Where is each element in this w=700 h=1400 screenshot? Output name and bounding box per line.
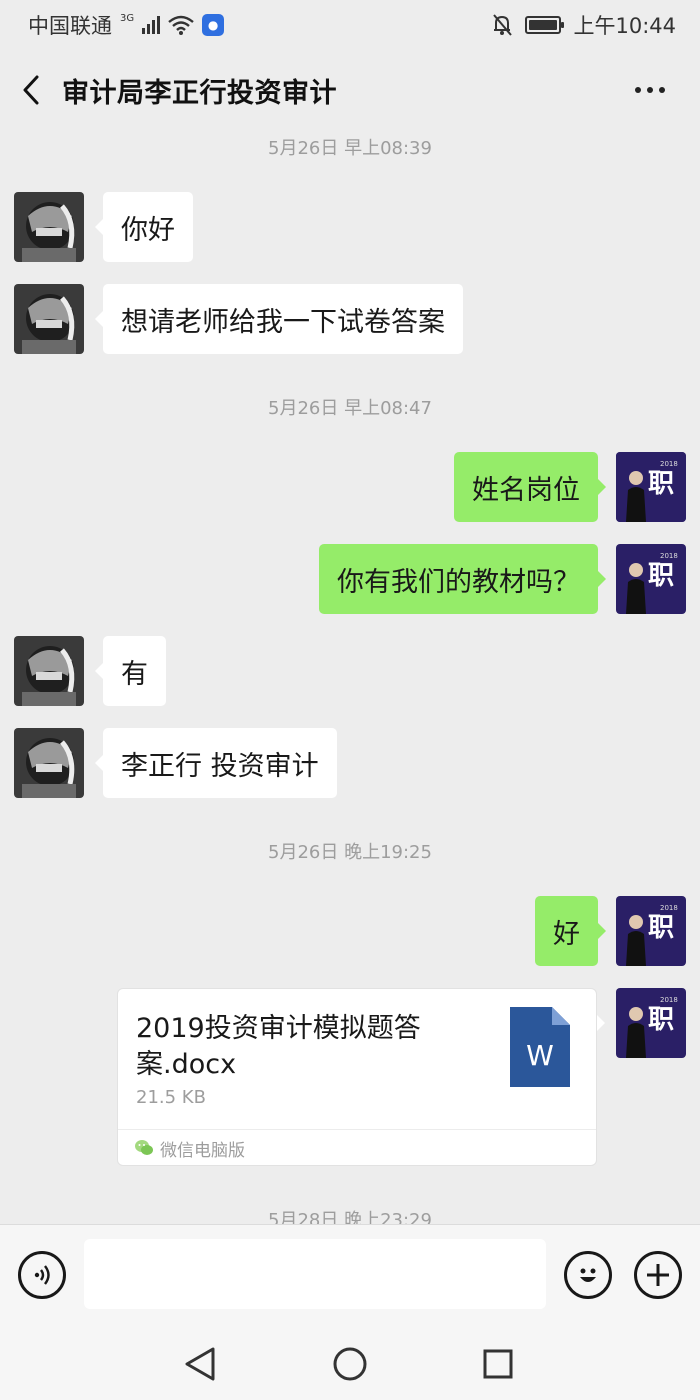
emoji-icon [580,1268,596,1282]
my-avatar[interactable]: 职 2018 [616,896,686,966]
wifi-icon [168,15,194,35]
emoji-button[interactable] [564,1251,612,1299]
my-avatar[interactable]: 职 2018 [616,452,686,522]
network-type: 3G [120,12,135,24]
more-dots-icon [635,87,641,93]
clock: 上午10:44 [573,14,676,38]
message-bubble-outgoing[interactable]: 姓名岗位 [454,452,606,522]
file-source-row: 微信电脑版 [118,1129,596,1166]
svg-text:职: 职 [648,913,674,943]
file-size: 21.5 KB [136,1087,206,1108]
mute-bell-icon [493,14,513,36]
triangle-back-icon [185,1347,215,1381]
nav-back-button[interactable] [178,1342,222,1386]
plus-icon [647,1264,669,1286]
file-message-card[interactable]: 2019投资审计模拟题答案.docx 21.5 KB W 微信电脑版 [117,988,605,1166]
nav-home-button[interactable] [328,1342,372,1386]
status-bar: 中国联通 3G ● 上午10:44 [0,0,700,50]
timestamp: 5月26日 晚上19:25 [268,842,432,863]
svg-text:职: 职 [648,469,674,499]
word-icon-letter: W [526,1039,554,1072]
message-input[interactable] [84,1239,546,1309]
file-name: 2019投资审计模拟题答案.docx [136,1013,421,1080]
svg-text:2018: 2018 [660,460,678,468]
voice-button[interactable] [18,1251,66,1299]
contact-avatar[interactable] [14,636,84,706]
contact-avatar[interactable] [14,728,84,798]
svg-text:职: 职 [648,561,674,591]
file-source-label: 微信电脑版 [160,1140,245,1161]
chat-title: 审计局李正行投资审计 [62,77,337,109]
more-dot [659,87,665,93]
more-button[interactable] [620,70,680,110]
svg-text:职: 职 [648,1005,674,1035]
message-bubble-incoming[interactable]: 有 [95,636,166,706]
chevron-left-icon [23,75,39,105]
baidu-app-icon: ● [202,14,225,36]
voice-icon [34,1265,50,1285]
back-button[interactable] [0,50,62,130]
input-bar [0,1224,700,1324]
circle-home-icon [333,1347,367,1381]
wechat-icon [135,1140,153,1155]
message-bubble-incoming[interactable]: 想请老师给我一下试卷答案 [95,284,463,354]
my-avatar[interactable]: 职 2018 [616,544,686,614]
timestamp: 5月26日 早上08:47 [268,398,432,419]
message-bubble-incoming[interactable]: 李正行 投资审计 [95,728,337,798]
more-dot [647,87,653,93]
signal-icon [142,16,161,34]
svg-text:2018: 2018 [660,996,678,1004]
nav-recents-button[interactable] [476,1342,520,1386]
battery-icon [525,16,565,34]
carrier-label: 中国联通 [28,14,112,38]
timestamp: 5月26日 早上08:39 [268,138,432,159]
add-button[interactable] [634,1251,682,1299]
message-bubble-outgoing[interactable]: 好 [535,896,606,966]
contact-avatar[interactable] [14,284,84,354]
contact-avatar[interactable] [14,192,84,262]
timestamp: 5月28日 晚上23:29 [268,1210,432,1224]
word-document-icon: W [510,1007,570,1087]
system-nav-bar [0,1324,700,1400]
message-bubble-incoming[interactable]: 你好 [95,192,193,262]
chat-header: 审计局李正行投资审计 [0,50,700,130]
message-list[interactable]: 5月26日 早上08:39 你好 想请老师给我一下试卷答案 5月26日 早上08… [0,130,700,1224]
my-avatar[interactable]: 职 2018 [616,988,686,1058]
svg-text:2018: 2018 [660,904,678,912]
square-recents-icon [483,1349,513,1379]
message-bubble-outgoing[interactable]: 你有我们的教材吗？ [319,544,606,614]
svg-text:2018: 2018 [660,552,678,560]
